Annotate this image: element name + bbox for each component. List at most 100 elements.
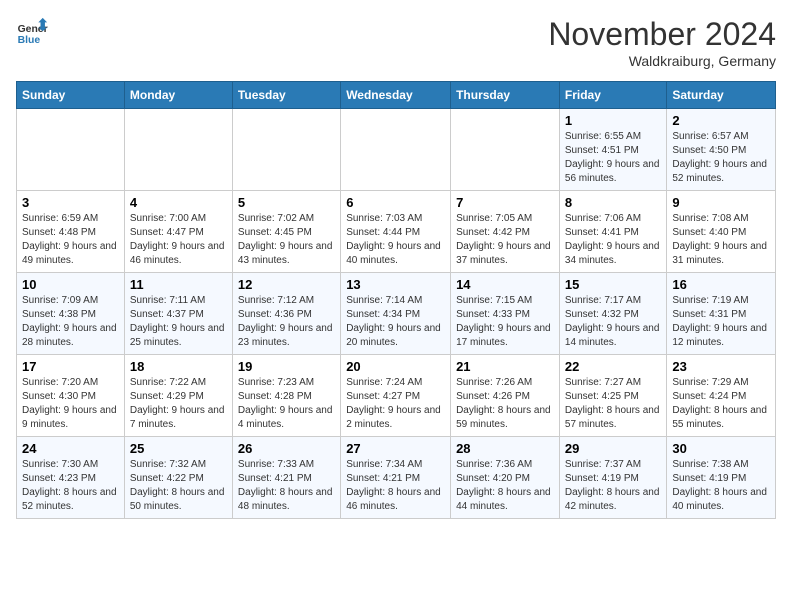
day-info: Sunrise: 7:15 AM Sunset: 4:33 PM Dayligh…	[456, 294, 554, 350]
day-info: Sunrise: 7:03 AM Sunset: 4:44 PM Dayligh…	[346, 212, 445, 268]
day-info: Sunrise: 7:24 AM Sunset: 4:27 PM Dayligh…	[346, 376, 445, 432]
calendar-cell: 28 Sunrise: 7:36 AM Sunset: 4:20 PM Dayli…	[451, 437, 560, 519]
day-info: Sunrise: 7:08 AM Sunset: 4:40 PM Dayligh…	[672, 212, 770, 268]
day-number: 24	[22, 441, 119, 456]
day-number: 27	[346, 441, 445, 456]
calendar-cell: 12 Sunrise: 7:12 AM Sunset: 4:36 PM Dayli…	[232, 273, 340, 355]
calendar-cell	[17, 109, 125, 191]
day-number: 3	[22, 195, 119, 210]
calendar-week-5: 24Sunrise: 7:30 AM Sunset: 4:23 PM Dayli…	[17, 437, 776, 519]
day-number: 5	[238, 195, 335, 210]
day-number: 16	[672, 277, 770, 292]
day-info: Sunrise: 7:22 AM Sunset: 4:29 PM Dayligh…	[130, 376, 227, 432]
day-number: 9	[672, 195, 770, 210]
month-title: November 2024	[548, 16, 776, 53]
day-number: 25	[130, 441, 227, 456]
calendar-cell: 20 Sunrise: 7:24 AM Sunset: 4:27 PM Dayli…	[341, 355, 451, 437]
day-number: 10	[22, 277, 119, 292]
calendar-cell	[232, 109, 340, 191]
day-number: 20	[346, 359, 445, 374]
day-number: 26	[238, 441, 335, 456]
calendar-cell: 30Sunrise: 7:38 AM Sunset: 4:19 PM Dayli…	[667, 437, 776, 519]
day-info: Sunrise: 6:57 AM Sunset: 4:50 PM Dayligh…	[672, 130, 770, 186]
calendar-cell: 3 Sunrise: 6:59 AM Sunset: 4:48 PM Daylig…	[17, 191, 125, 273]
calendar-cell: 5 Sunrise: 7:02 AM Sunset: 4:45 PM Daylig…	[232, 191, 340, 273]
day-info: Sunrise: 7:26 AM Sunset: 4:26 PM Dayligh…	[456, 376, 554, 432]
calendar-cell: 24Sunrise: 7:30 AM Sunset: 4:23 PM Dayli…	[17, 437, 125, 519]
day-number: 28	[456, 441, 554, 456]
calendar-cell	[451, 109, 560, 191]
column-header-monday: Monday	[124, 82, 232, 109]
day-info: Sunrise: 6:59 AM Sunset: 4:48 PM Dayligh…	[22, 212, 119, 268]
day-number: 14	[456, 277, 554, 292]
day-number: 22	[565, 359, 661, 374]
calendar-cell: 16 Sunrise: 7:19 AM Sunset: 4:31 PM Dayli…	[667, 273, 776, 355]
day-info: Sunrise: 7:36 AM Sunset: 4:20 PM Dayligh…	[456, 458, 554, 514]
calendar-cell: 11Sunrise: 7:11 AM Sunset: 4:37 PM Dayli…	[124, 273, 232, 355]
day-info: Sunrise: 7:19 AM Sunset: 4:31 PM Dayligh…	[672, 294, 770, 350]
calendar-cell: 7 Sunrise: 7:05 AM Sunset: 4:42 PM Daylig…	[451, 191, 560, 273]
day-info: Sunrise: 7:32 AM Sunset: 4:22 PM Dayligh…	[130, 458, 227, 514]
day-info: Sunrise: 7:23 AM Sunset: 4:28 PM Dayligh…	[238, 376, 335, 432]
calendar-cell: 9 Sunrise: 7:08 AM Sunset: 4:40 PM Daylig…	[667, 191, 776, 273]
location: Waldkraiburg, Germany	[548, 53, 776, 69]
page-header: General Blue November 2024 Waldkraiburg,…	[16, 16, 776, 69]
day-info: Sunrise: 7:33 AM Sunset: 4:21 PM Dayligh…	[238, 458, 335, 514]
day-number: 15	[565, 277, 661, 292]
day-number: 23	[672, 359, 770, 374]
day-number: 19	[238, 359, 335, 374]
day-number: 21	[456, 359, 554, 374]
day-number: 6	[346, 195, 445, 210]
day-number: 11	[130, 277, 227, 292]
calendar-week-1: 1Sunrise: 6:55 AM Sunset: 4:51 PM Daylig…	[17, 109, 776, 191]
column-header-sunday: Sunday	[17, 82, 125, 109]
column-header-saturday: Saturday	[667, 82, 776, 109]
column-header-thursday: Thursday	[451, 82, 560, 109]
calendar-cell: 17Sunrise: 7:20 AM Sunset: 4:30 PM Dayli…	[17, 355, 125, 437]
day-info: Sunrise: 7:14 AM Sunset: 4:34 PM Dayligh…	[346, 294, 445, 350]
calendar-cell: 13Sunrise: 7:14 AM Sunset: 4:34 PM Dayli…	[341, 273, 451, 355]
day-number: 29	[565, 441, 661, 456]
calendar-cell	[124, 109, 232, 191]
day-number: 30	[672, 441, 770, 456]
calendar-week-2: 3 Sunrise: 6:59 AM Sunset: 4:48 PM Daylig…	[17, 191, 776, 273]
title-block: November 2024 Waldkraiburg, Germany	[548, 16, 776, 69]
calendar-cell: 1Sunrise: 6:55 AM Sunset: 4:51 PM Daylig…	[559, 109, 666, 191]
day-info: Sunrise: 7:00 AM Sunset: 4:47 PM Dayligh…	[130, 212, 227, 268]
day-number: 7	[456, 195, 554, 210]
day-number: 12	[238, 277, 335, 292]
day-info: Sunrise: 7:02 AM Sunset: 4:45 PM Dayligh…	[238, 212, 335, 268]
calendar-cell: 26 Sunrise: 7:33 AM Sunset: 4:21 PM Dayli…	[232, 437, 340, 519]
calendar-header-row: SundayMondayTuesdayWednesdayThursdayFrid…	[17, 82, 776, 109]
day-number: 18	[130, 359, 227, 374]
day-number: 4	[130, 195, 227, 210]
calendar-cell: 21 Sunrise: 7:26 AM Sunset: 4:26 PM Dayli…	[451, 355, 560, 437]
calendar-cell: 6 Sunrise: 7:03 AM Sunset: 4:44 PM Daylig…	[341, 191, 451, 273]
day-number: 2	[672, 113, 770, 128]
calendar-cell: 22Sunrise: 7:27 AM Sunset: 4:25 PM Dayli…	[559, 355, 666, 437]
day-info: Sunrise: 7:17 AM Sunset: 4:32 PM Dayligh…	[565, 294, 661, 350]
column-header-wednesday: Wednesday	[341, 82, 451, 109]
calendar-cell: 18 Sunrise: 7:22 AM Sunset: 4:29 PM Dayli…	[124, 355, 232, 437]
svg-text:Blue: Blue	[18, 35, 41, 46]
calendar-cell: 10 Sunrise: 7:09 AM Sunset: 4:38 PM Dayli…	[17, 273, 125, 355]
calendar-cell: 23 Sunrise: 7:29 AM Sunset: 4:24 PM Dayli…	[667, 355, 776, 437]
calendar-cell: 2 Sunrise: 6:57 AM Sunset: 4:50 PM Daylig…	[667, 109, 776, 191]
day-info: Sunrise: 7:29 AM Sunset: 4:24 PM Dayligh…	[672, 376, 770, 432]
day-info: Sunrise: 7:34 AM Sunset: 4:21 PM Dayligh…	[346, 458, 445, 514]
calendar-cell: 4 Sunrise: 7:00 AM Sunset: 4:47 PM Daylig…	[124, 191, 232, 273]
calendar-cell: 14 Sunrise: 7:15 AM Sunset: 4:33 PM Dayli…	[451, 273, 560, 355]
day-info: Sunrise: 7:05 AM Sunset: 4:42 PM Dayligh…	[456, 212, 554, 268]
calendar-cell: 15 Sunrise: 7:17 AM Sunset: 4:32 PM Dayli…	[559, 273, 666, 355]
calendar-cell	[341, 109, 451, 191]
day-info: Sunrise: 7:09 AM Sunset: 4:38 PM Dayligh…	[22, 294, 119, 350]
calendar-cell: 19 Sunrise: 7:23 AM Sunset: 4:28 PM Dayli…	[232, 355, 340, 437]
day-info: Sunrise: 7:37 AM Sunset: 4:19 PM Dayligh…	[565, 458, 661, 514]
logo-icon: General Blue	[16, 16, 48, 48]
day-number: 17	[22, 359, 119, 374]
calendar-cell: 29 Sunrise: 7:37 AM Sunset: 4:19 PM Dayli…	[559, 437, 666, 519]
calendar-cell: 27 Sunrise: 7:34 AM Sunset: 4:21 PM Dayli…	[341, 437, 451, 519]
day-info: Sunrise: 7:12 AM Sunset: 4:36 PM Dayligh…	[238, 294, 335, 350]
day-number: 8	[565, 195, 661, 210]
calendar-table: SundayMondayTuesdayWednesdayThursdayFrid…	[16, 81, 776, 519]
